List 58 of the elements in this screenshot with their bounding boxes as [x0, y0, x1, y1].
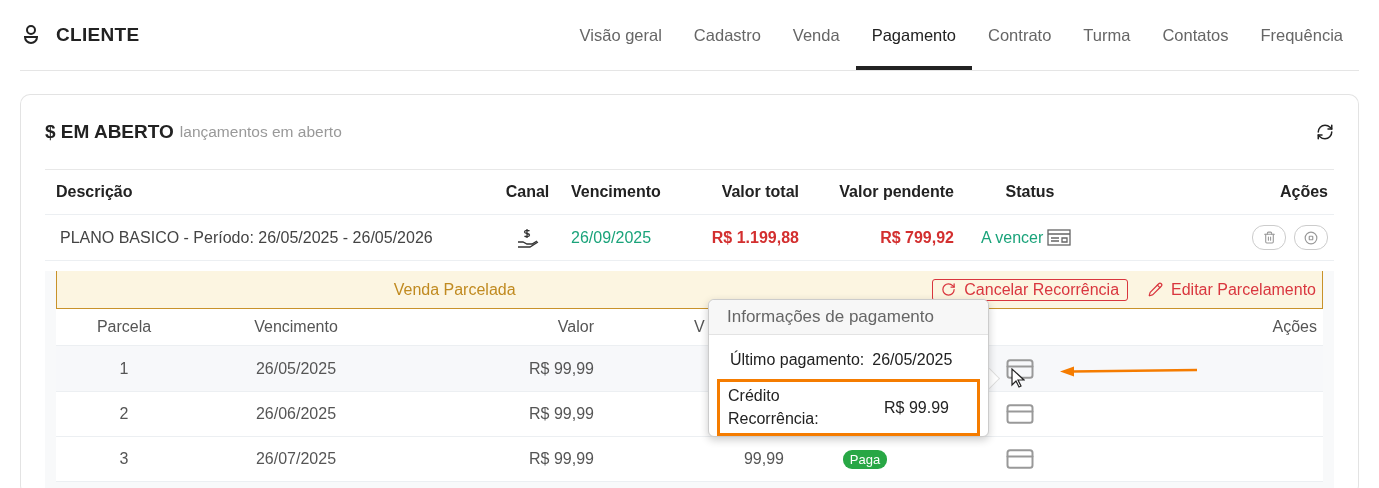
info-value: R$ 99.99: [884, 397, 949, 418]
page-title: CLIENTE: [56, 24, 140, 46]
rotate-icon: [941, 282, 957, 297]
column-header: Valor total: [721, 183, 799, 201]
tab[interactable]: Contatos: [1146, 0, 1245, 70]
cursor-icon: [1011, 368, 1025, 388]
tab[interactable]: Venda: [776, 0, 856, 70]
column-header: Descrição: [56, 183, 133, 201]
table-cell: 99,99: [743, 450, 784, 468]
tab[interactable]: Pagamento: [855, 0, 973, 70]
installment-number: 1: [119, 359, 129, 378]
column-header: Valor: [557, 318, 594, 336]
installment-number: 3: [119, 450, 129, 468]
pencil-icon: [1148, 282, 1164, 297]
due-date: 26/06/2025: [255, 405, 337, 423]
column-header: Valor pendente: [839, 183, 954, 201]
bill-icon: [1047, 229, 1072, 246]
column-header: Vencimento: [571, 183, 661, 201]
tab[interactable]: Cadastro: [677, 0, 777, 70]
column-header: Ações: [1272, 318, 1317, 336]
total-value: R$ 1.199,88: [711, 228, 799, 247]
status-badge: Paga: [842, 449, 888, 469]
refresh-button[interactable]: [1316, 123, 1334, 141]
stop-button[interactable]: [1294, 225, 1328, 250]
due-date: 26/07/2025: [255, 450, 337, 468]
installment-number: 2: [119, 405, 129, 423]
person-icon: [24, 25, 38, 45]
panel-subtitle: lançamentos em aberto: [179, 123, 343, 141]
due-date: 26/05/2025: [255, 359, 337, 378]
tab[interactable]: Visão geral: [563, 0, 678, 70]
info-label: Crédito Recorrência:: [728, 386, 820, 429]
info-value: 26/05/2025: [872, 350, 953, 370]
column-header: Vencimento: [254, 318, 338, 336]
installment-value: R$ 99,99: [529, 359, 594, 378]
panel-title: $ EM ABERTO: [45, 121, 174, 143]
tab[interactable]: Contrato: [972, 0, 1068, 70]
column-header: V: [694, 318, 705, 336]
trash-icon: [1262, 231, 1276, 244]
hand-coin-icon: [516, 226, 539, 249]
column-header: Canal: [505, 183, 550, 201]
installment-value: R$ 99,99: [529, 405, 594, 423]
column-header: Ações: [1279, 183, 1328, 201]
column-header: Status: [1005, 183, 1055, 201]
status-text: A vencer: [980, 228, 1044, 247]
tab[interactable]: Frequência: [1244, 0, 1359, 70]
popover-title: Informações de pagamento: [727, 307, 934, 327]
edit-installment-link[interactable]: Editar Parcelamento: [1148, 280, 1322, 299]
info-label: Último pagamento:: [730, 349, 865, 370]
refresh-icon: [1316, 123, 1334, 141]
pending-value: R$ 799,92: [880, 228, 954, 247]
tab[interactable]: Turma: [1067, 0, 1147, 70]
installment-title: Venda Parcelada: [392, 280, 517, 299]
installment-value: R$ 99,99: [529, 450, 594, 468]
description-text: PLANO BASICO - Período: 26/05/2025 - 26/05/2026: [59, 228, 433, 247]
column-header: Parcela: [96, 318, 152, 336]
delete-button[interactable]: [1252, 225, 1286, 250]
stop-icon: [1304, 230, 1318, 245]
due-date: 26/09/2025: [571, 228, 652, 247]
